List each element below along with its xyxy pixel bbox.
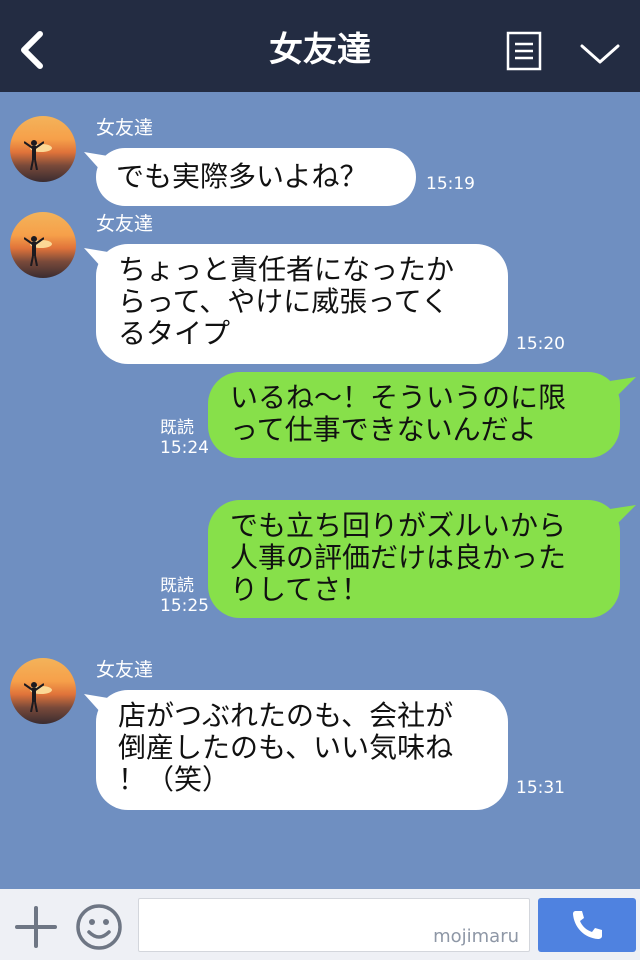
message-time: 15:20 — [516, 334, 565, 354]
silhouette-icon — [24, 140, 44, 170]
silhouette-icon — [24, 236, 44, 266]
avatar[interactable] — [10, 116, 76, 182]
message-line: ちょっと責任者になったか — [118, 253, 455, 286]
message-line: でも実際多いよね？ — [116, 160, 368, 193]
message-time: 15:31 — [516, 778, 565, 798]
dropdown-button[interactable] — [578, 40, 622, 68]
read-receipt: 既読 15:24 — [160, 418, 209, 458]
call-button[interactable] — [538, 898, 636, 952]
message-line: 倒産したのも、いい気味ね — [118, 731, 454, 764]
message-line: 店がつぶれたのも、会社が — [118, 699, 454, 732]
message-time: 15:25 — [160, 596, 209, 616]
silhouette-icon — [24, 682, 44, 712]
message-bubble[interactable]: でも立ち回りがズルいから 人事の評価だけは良かった りしてさ！ — [208, 500, 620, 618]
read-receipt: 既読 15:25 — [160, 576, 209, 616]
read-label: 既読 — [160, 418, 194, 438]
chat-header: 女友達 — [0, 0, 640, 92]
message-line: りしてさ！ — [230, 573, 370, 606]
message-line: でも立ち回りがズルいから — [230, 509, 567, 542]
watermark-text: mojimaru — [433, 926, 519, 947]
emoji-button[interactable] — [74, 902, 124, 952]
menu-icon — [506, 31, 542, 71]
read-label: 既読 — [160, 576, 194, 596]
message-time: 15:19 — [426, 174, 475, 194]
message-time: 15:24 — [160, 438, 209, 458]
message-line: ！（笑） — [118, 763, 231, 796]
message-line: って仕事できないんだよ — [230, 413, 537, 446]
message-line: らって、やけに威張ってく — [118, 285, 449, 318]
sender-name: 女友達 — [96, 213, 154, 235]
message-bubble[interactable]: いるね〜！そういうのに限 って仕事できないんだよ — [208, 372, 620, 458]
sender-name: 女友達 — [96, 659, 154, 681]
chevron-down-icon — [580, 44, 620, 64]
message-line: るタイプ — [118, 317, 231, 350]
message-line: 人事の評価だけは良かった — [230, 541, 567, 574]
message-bubble[interactable]: 店がつぶれたのも、会社が 倒産したのも、いい気味ね ！（笑） — [96, 690, 508, 810]
sender-name: 女友達 — [96, 117, 154, 139]
message-bubble[interactable]: ちょっと責任者になったか らって、やけに威張ってく るタイプ — [96, 244, 508, 364]
avatar[interactable] — [10, 658, 76, 724]
message-line: いるね〜！そういうのに限 — [230, 381, 567, 414]
menu-button[interactable] — [506, 31, 542, 71]
add-button[interactable] — [14, 905, 58, 949]
plus-icon — [15, 906, 57, 948]
bubble-tail — [610, 377, 636, 397]
bubble-tail — [610, 505, 636, 525]
chat-area[interactable]: 女友達 でも実際多いよね？ 15:19 女友達 ちょっと責任者になったか らって… — [0, 92, 640, 889]
phone-icon — [573, 911, 602, 939]
emoji-icon — [76, 904, 122, 950]
message-input[interactable]: mojimaru — [138, 898, 530, 952]
chat-title: 女友達 — [269, 30, 371, 70]
message-bubble[interactable]: でも実際多いよね？ — [96, 148, 416, 206]
avatar[interactable] — [10, 212, 76, 278]
